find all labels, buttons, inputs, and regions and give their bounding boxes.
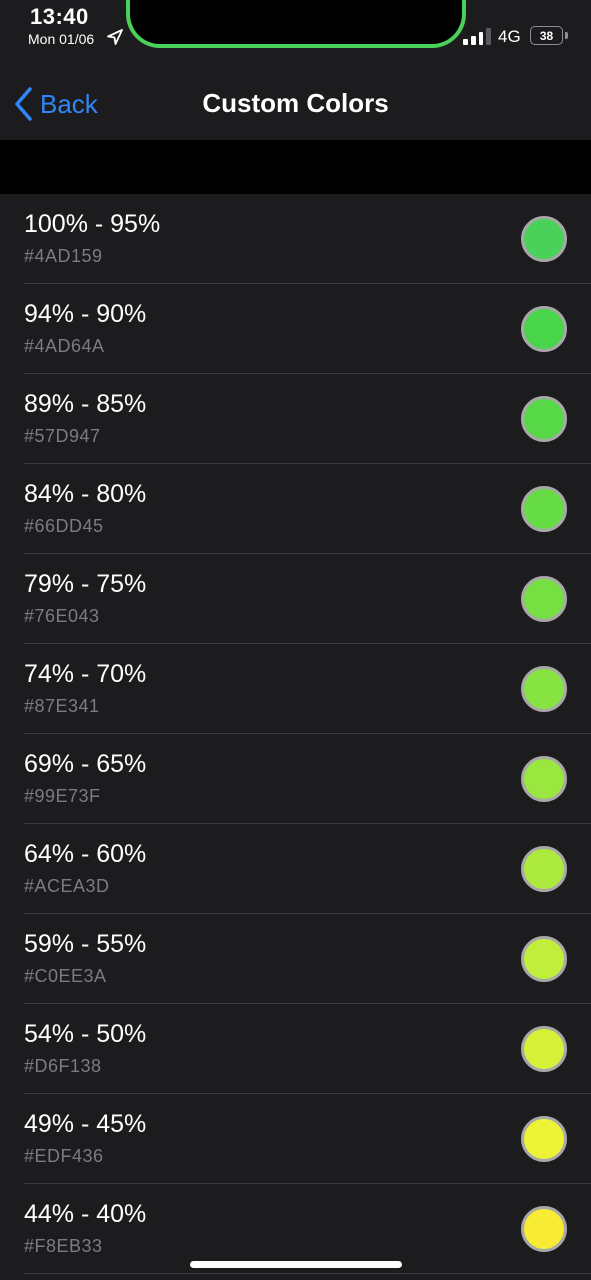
color-hex-label: #EDF436	[24, 1146, 104, 1166]
color-row[interactable]: 49% - 45% #EDF436	[0, 1094, 591, 1184]
color-swatch[interactable]	[521, 1116, 567, 1162]
section-header-gap	[0, 140, 591, 194]
color-row[interactable]: 69% - 65% #99E73F	[0, 734, 591, 824]
color-row[interactable]: 64% - 60% #ACEA3D	[0, 824, 591, 914]
color-hex-label: #76E043	[24, 606, 100, 626]
color-swatch[interactable]	[521, 666, 567, 712]
color-range-label: 64% - 60%	[24, 840, 147, 868]
status-time: 13:40	[30, 4, 89, 29]
color-row[interactable]: 79% - 75% #76E043	[0, 554, 591, 644]
color-range-label: 54% - 50%	[24, 1020, 147, 1048]
navigation-bar: Back Custom Colors	[0, 56, 591, 140]
color-hex-label: #66DD45	[24, 516, 104, 536]
color-range-label: 84% - 80%	[24, 480, 147, 508]
color-row[interactable]: 59% - 55% #C0EE3A	[0, 914, 591, 1004]
color-swatch[interactable]	[521, 486, 567, 532]
color-swatch[interactable]	[521, 1026, 567, 1072]
status-date: Mon 01/06	[28, 31, 95, 47]
status-bar: 13:40 Mon 01/06 4G 38	[0, 0, 591, 56]
color-row[interactable]: 54% - 50% #D6F138	[0, 1004, 591, 1094]
color-hex-label: #99E73F	[24, 786, 101, 806]
screen: 13:40 Mon 01/06 4G 38 Back Custom Colors…	[0, 0, 591, 1280]
color-range-label: 89% - 85%	[24, 390, 147, 418]
battery-level: 38	[539, 28, 554, 43]
color-swatch[interactable]	[521, 576, 567, 622]
location-arrow-icon	[107, 29, 123, 45]
color-range-label: 100% - 95%	[24, 210, 161, 238]
battery-icon: 38	[530, 26, 568, 45]
color-row[interactable]: 89% - 85% #57D947	[0, 374, 591, 464]
color-hex-label: #4AD159	[24, 246, 103, 266]
home-indicator	[190, 1261, 402, 1268]
color-range-label: 94% - 90%	[24, 300, 147, 328]
color-hex-label: #F8EB33	[24, 1236, 103, 1256]
color-row[interactable]: 94% - 90% #4AD64A	[0, 284, 591, 374]
color-swatch[interactable]	[521, 306, 567, 352]
color-hex-label: #D6F138	[24, 1056, 102, 1076]
color-hex-label: #ACEA3D	[24, 876, 110, 896]
color-row[interactable]: 74% - 70% #87E341	[0, 644, 591, 734]
color-row[interactable]: 84% - 80% #66DD45	[0, 464, 591, 554]
color-swatch[interactable]	[521, 936, 567, 982]
color-swatch[interactable]	[521, 216, 567, 262]
signal-bars-icon	[463, 28, 491, 45]
color-range-label: 74% - 70%	[24, 660, 147, 688]
color-hex-label: #4AD64A	[24, 336, 105, 356]
color-hex-label: #57D947	[24, 426, 101, 446]
color-range-label: 44% - 40%	[24, 1200, 147, 1228]
color-row[interactable]: 100% - 95% #4AD159	[0, 194, 591, 284]
color-swatch[interactable]	[521, 396, 567, 442]
color-range-label: 59% - 55%	[24, 930, 147, 958]
color-swatch[interactable]	[521, 846, 567, 892]
color-list: 100% - 95% #4AD159 94% - 90% #4AD64A 89% - 8…	[0, 194, 591, 1274]
color-hex-label: #87E341	[24, 696, 100, 716]
page-title: Custom Colors	[202, 88, 389, 118]
color-range-label: 79% - 75%	[24, 570, 147, 598]
color-swatch[interactable]	[521, 756, 567, 802]
color-range-label: 49% - 45%	[24, 1110, 147, 1138]
notch	[126, 0, 466, 48]
color-hex-label: #C0EE3A	[24, 966, 107, 986]
network-type: 4G	[498, 27, 521, 46]
color-range-label: 69% - 65%	[24, 750, 147, 778]
color-swatch[interactable]	[521, 1206, 567, 1252]
